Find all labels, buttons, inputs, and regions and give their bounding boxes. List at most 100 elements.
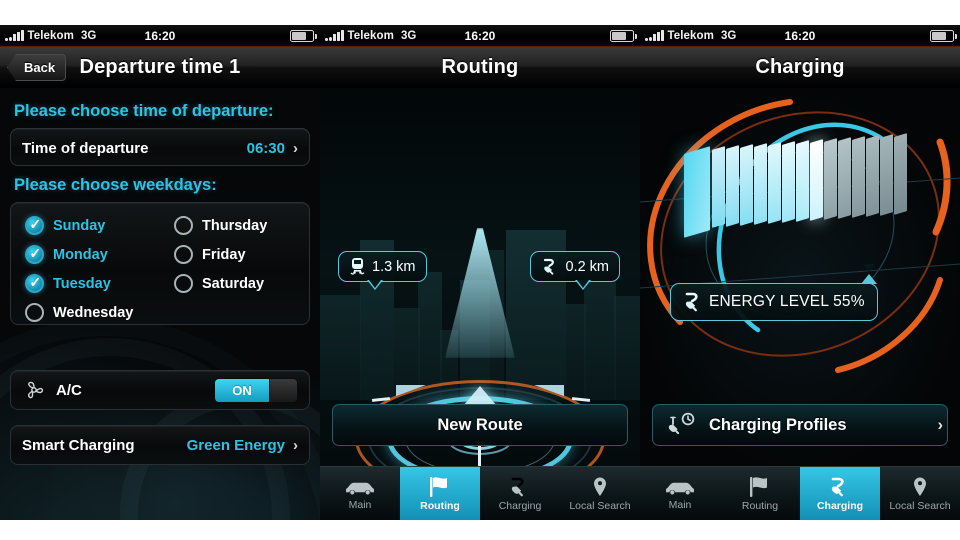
title-bar-departure: Back Departure time 1 xyxy=(0,47,320,88)
ac-row-inner: A/C ON xyxy=(11,371,309,409)
status-bar-middle: Telekom 3G 16:20 xyxy=(320,25,640,47)
section-label-time: Please choose time of departure: xyxy=(14,102,274,120)
weekday-tuesday[interactable]: Tuesday xyxy=(11,269,160,298)
checkbox-wednesday[interactable] xyxy=(25,303,44,322)
routing-content: 1.3 km 0.2 km New Route xyxy=(320,88,640,520)
clock-label: 16:20 xyxy=(784,28,816,43)
checkbox-tuesday[interactable] xyxy=(25,274,44,293)
weekday-label: Wednesday xyxy=(53,304,134,321)
weekday-monday[interactable]: Monday xyxy=(11,240,160,269)
charging-content: ENERGY LEVEL 55% Charging Profiles › xyxy=(640,88,960,520)
weekday-label: Thursday xyxy=(202,217,268,234)
weekday-label: Saturday xyxy=(202,275,265,292)
ac-label: A/C xyxy=(56,381,82,399)
clock-label: 16:20 xyxy=(464,28,496,43)
checkbox-friday[interactable] xyxy=(174,245,193,264)
tab-local-search[interactable]: Local Search xyxy=(880,467,960,520)
distance-value: 1.3 km xyxy=(372,258,416,275)
weekday-label: Friday xyxy=(202,246,246,263)
energy-level-badge[interactable]: ENERGY LEVEL 55% xyxy=(670,264,878,321)
ac-toggle-state: ON xyxy=(215,378,269,402)
plug-clock-icon xyxy=(668,412,695,435)
tab-label: Charging xyxy=(816,499,864,512)
title-bar-charging: Charging xyxy=(640,47,960,88)
tab-bar-charging: Main Routing Charging Local Search xyxy=(640,466,960,520)
title-bar-routing: Routing xyxy=(320,47,640,88)
map-pin-icon xyxy=(594,477,606,496)
tab-charging[interactable]: Charging xyxy=(480,467,560,520)
car-icon xyxy=(346,482,374,494)
checkbox-sunday[interactable] xyxy=(25,216,44,235)
checkbox-monday[interactable] xyxy=(25,245,44,264)
charging-profiles-label: Charging Profiles xyxy=(709,415,847,434)
plug-icon xyxy=(511,477,524,496)
page-title: Charging xyxy=(755,56,845,78)
clock-label: 16:20 xyxy=(144,28,176,43)
plug-icon xyxy=(831,477,844,496)
tab-routing[interactable]: Routing xyxy=(400,467,480,520)
tab-routing[interactable]: Routing xyxy=(720,467,800,520)
weekday-saturday[interactable]: Saturday xyxy=(160,269,309,298)
weekday-sunday[interactable]: Sunday xyxy=(11,211,160,240)
departure-content: Please choose time of departure: Time of… xyxy=(0,88,320,520)
distance-value: 0.2 km xyxy=(565,258,609,275)
tab-label: Local Search xyxy=(569,499,631,512)
chevron-right-icon: › xyxy=(293,436,298,454)
panel-top-margin xyxy=(320,0,640,25)
status-bar-left: Telekom 3G 16:20 xyxy=(0,25,320,47)
panel-routing: Telekom 3G 16:20 Routing 1.3 km 0.2 km N… xyxy=(320,0,640,520)
tab-label: Main xyxy=(348,498,372,511)
tab-label: Routing xyxy=(420,499,460,512)
plug-icon xyxy=(685,292,698,312)
checkbox-thursday[interactable] xyxy=(174,216,193,235)
time-of-departure-row[interactable]: Time of departure 06:30 › xyxy=(10,128,310,166)
checkered-flag-icon xyxy=(750,476,767,497)
navigation-light-cone xyxy=(445,228,515,358)
smart-charging-label: Smart Charging xyxy=(22,436,135,454)
distance-bubble-charging[interactable]: 0.2 km xyxy=(530,251,620,290)
bubble-tail xyxy=(575,280,591,290)
weekday-thursday[interactable]: Thursday xyxy=(160,211,309,240)
battery-icon xyxy=(610,30,637,42)
tab-main[interactable]: Main xyxy=(320,467,400,520)
compass-tick xyxy=(478,446,481,468)
tab-bar-routing: Main Routing Charging Local Search xyxy=(320,466,640,520)
weekday-friday[interactable]: Friday xyxy=(160,240,309,269)
tab-local-search[interactable]: Local Search xyxy=(560,467,640,520)
route-pointer-right xyxy=(534,385,564,396)
ac-row[interactable]: A/C ON xyxy=(10,370,310,410)
bubble-tail xyxy=(861,264,877,284)
bubble-tail xyxy=(367,280,383,290)
fan-icon xyxy=(27,381,44,399)
chevron-right-icon: › xyxy=(937,415,944,434)
checkered-flag-icon xyxy=(430,476,447,497)
ac-toggle[interactable]: ON xyxy=(214,377,298,403)
route-pointer-left xyxy=(396,385,426,396)
screenshot-stage: Telekom 3G 16:20 Back Departure time 1 P… xyxy=(0,0,960,540)
page-title: Departure time 1 xyxy=(79,56,241,78)
tab-label: Main xyxy=(668,498,692,511)
toggle-knob[interactable] xyxy=(269,378,297,402)
smart-charging-row[interactable]: Smart Charging Green Energy › xyxy=(10,425,310,465)
distance-bubble-train[interactable]: 1.3 km xyxy=(338,251,427,290)
charging-profiles-button[interactable]: Charging Profiles › xyxy=(652,404,948,446)
battery-icon xyxy=(930,30,957,42)
tab-label: Local Search xyxy=(889,499,951,512)
panel-charging: Telekom 3G 16:20 Charging ENERGY LEVEL 5… xyxy=(640,0,960,520)
time-row-inner: Time of departure 06:30 › xyxy=(11,129,309,167)
train-icon xyxy=(350,258,365,275)
tab-main[interactable]: Main xyxy=(640,467,720,520)
weekday-wednesday[interactable]: Wednesday xyxy=(11,298,160,327)
tab-charging[interactable]: Charging xyxy=(800,467,880,520)
time-row-label: Time of departure xyxy=(22,139,149,157)
map-pin-icon xyxy=(914,477,926,496)
section-label-weekdays: Please choose weekdays: xyxy=(14,176,217,194)
energy-level-text: ENERGY LEVEL 55% xyxy=(709,293,865,310)
weekday-selector: Sunday Thursday Monday Friday xyxy=(10,202,310,325)
weekday-grid: Sunday Thursday Monday Friday xyxy=(11,203,309,333)
smart-row-inner: Smart Charging Green Energy › xyxy=(11,426,309,464)
checkbox-saturday[interactable] xyxy=(174,274,193,293)
new-route-button[interactable]: New Route xyxy=(332,404,628,446)
battery-icon xyxy=(290,30,317,42)
status-bar-right: Telekom 3G 16:20 xyxy=(640,25,960,47)
